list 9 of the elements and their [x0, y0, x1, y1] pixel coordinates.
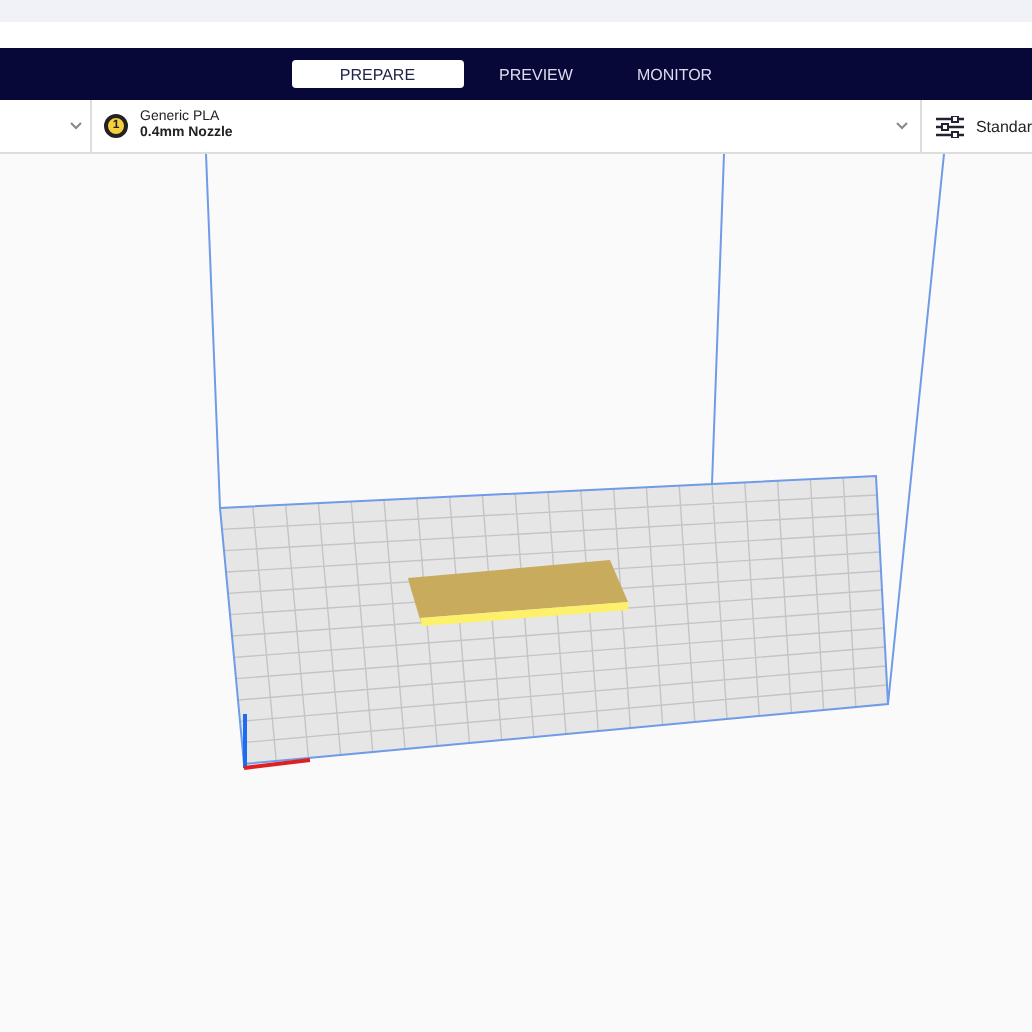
axis-indicator-icon	[243, 714, 311, 770]
chevron-down-icon[interactable]	[70, 122, 82, 130]
tab[interactable]: MONITOR	[608, 60, 741, 88]
tab[interactable]: PREPARE	[291, 60, 464, 88]
settings-sliders-icon[interactable]	[935, 115, 964, 137]
tab[interactable]: PREVIEW	[471, 60, 601, 88]
chevron-down-icon[interactable]	[895, 122, 908, 130]
model-block[interactable]	[408, 560, 628, 626]
profile-label[interactable]: Standar	[975, 117, 1032, 135]
